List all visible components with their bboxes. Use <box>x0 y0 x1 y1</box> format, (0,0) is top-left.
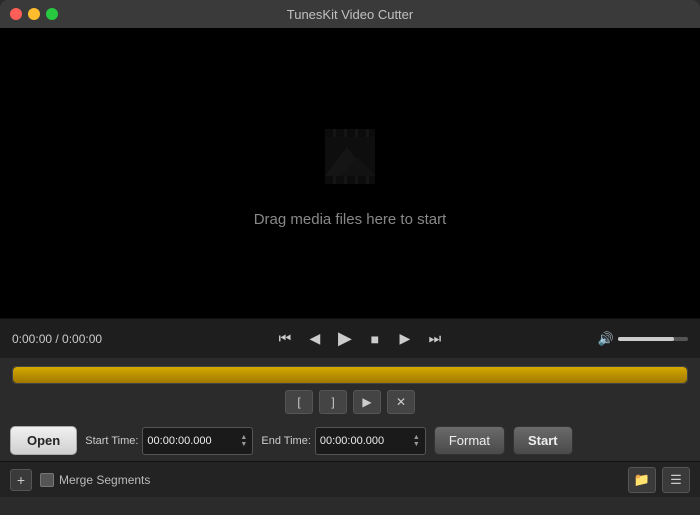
end-time-group: End Time: ▲ ▼ <box>261 427 425 455</box>
mark-start-button[interactable]: [ <box>285 390 313 414</box>
end-time-input[interactable] <box>320 435 410 447</box>
window-controls <box>10 8 58 20</box>
end-time-up[interactable]: ▲ <box>412 434 421 441</box>
start-time-spinner: ▲ ▼ <box>239 434 248 448</box>
start-time-up[interactable]: ▲ <box>239 434 248 441</box>
add-segment-button[interactable]: + <box>10 469 32 491</box>
format-button[interactable]: Format <box>434 426 505 455</box>
minimize-button[interactable] <box>28 8 40 20</box>
merge-checkbox[interactable] <box>40 473 54 487</box>
merge-checkbox-area: Merge Segments <box>40 473 620 487</box>
mark-end-button[interactable]: ] <box>319 390 347 414</box>
end-time-input-wrap: ▲ ▼ <box>315 427 426 455</box>
volume-fill <box>618 337 674 341</box>
volume-slider[interactable] <box>618 337 688 341</box>
play-button[interactable]: ▶ <box>333 327 357 351</box>
playback-bar: 0:00:00 / 0:00:00 ⏮ ◀ ▶ ■ ▶ ⏭ 🔊 <box>0 318 700 358</box>
preview-segment-button[interactable]: ▶ <box>353 390 381 414</box>
time-display: 0:00:00 / 0:00:00 <box>12 332 122 346</box>
open-button[interactable]: Open <box>10 426 77 455</box>
list-button[interactable]: ☰ <box>662 467 690 493</box>
start-button[interactable]: Start <box>513 426 573 455</box>
timeline-fill <box>13 367 687 383</box>
plus-icon: + <box>17 472 25 488</box>
close-button[interactable] <box>10 8 22 20</box>
folder-button[interactable]: 📁 <box>628 467 656 493</box>
start-time-down[interactable]: ▼ <box>239 441 248 448</box>
timeline-track[interactable] <box>12 366 688 384</box>
volume-control: 🔊 <box>598 331 688 347</box>
step-back-button[interactable]: ⏮ <box>273 327 297 351</box>
start-time-input[interactable] <box>147 435 237 447</box>
start-time-group: Start Time: ▲ ▼ <box>85 427 253 455</box>
segment-controls: [ ] ▶ ✕ <box>12 384 688 418</box>
film-icon <box>310 119 390 199</box>
bottom-controls: Open Start Time: ▲ ▼ End Time: ▲ ▼ Forma… <box>0 422 700 461</box>
timeline-area: [ ] ▶ ✕ <box>0 358 700 422</box>
drag-hint: Drag media files here to start <box>254 211 447 228</box>
maximize-button[interactable] <box>46 8 58 20</box>
start-time-input-wrap: ▲ ▼ <box>142 427 253 455</box>
merge-label: Merge Segments <box>59 473 150 487</box>
playback-controls: ⏮ ◀ ▶ ■ ▶ ⏭ <box>130 327 590 351</box>
merge-right-buttons: 📁 ☰ <box>628 467 690 493</box>
folder-icon: 📁 <box>634 472 650 488</box>
video-area[interactable]: Drag media files here to start <box>0 28 700 318</box>
app-title: TunesKit Video Cutter <box>287 7 413 22</box>
delete-segment-button[interactable]: ✕ <box>387 390 415 414</box>
volume-icon: 🔊 <box>598 331 614 347</box>
list-icon: ☰ <box>670 472 682 488</box>
title-bar: TunesKit Video Cutter <box>0 0 700 28</box>
merge-bar: + Merge Segments 📁 ☰ <box>0 461 700 497</box>
stop-button[interactable]: ■ <box>363 327 387 351</box>
frame-back-button[interactable]: ◀ <box>303 327 327 351</box>
end-time-spinner: ▲ ▼ <box>412 434 421 448</box>
end-time-down[interactable]: ▼ <box>412 441 421 448</box>
start-time-label: Start Time: <box>85 435 138 447</box>
end-time-label: End Time: <box>261 435 311 447</box>
frame-forward-button[interactable]: ▶ <box>393 327 417 351</box>
step-forward-button[interactable]: ⏭ <box>423 327 447 351</box>
